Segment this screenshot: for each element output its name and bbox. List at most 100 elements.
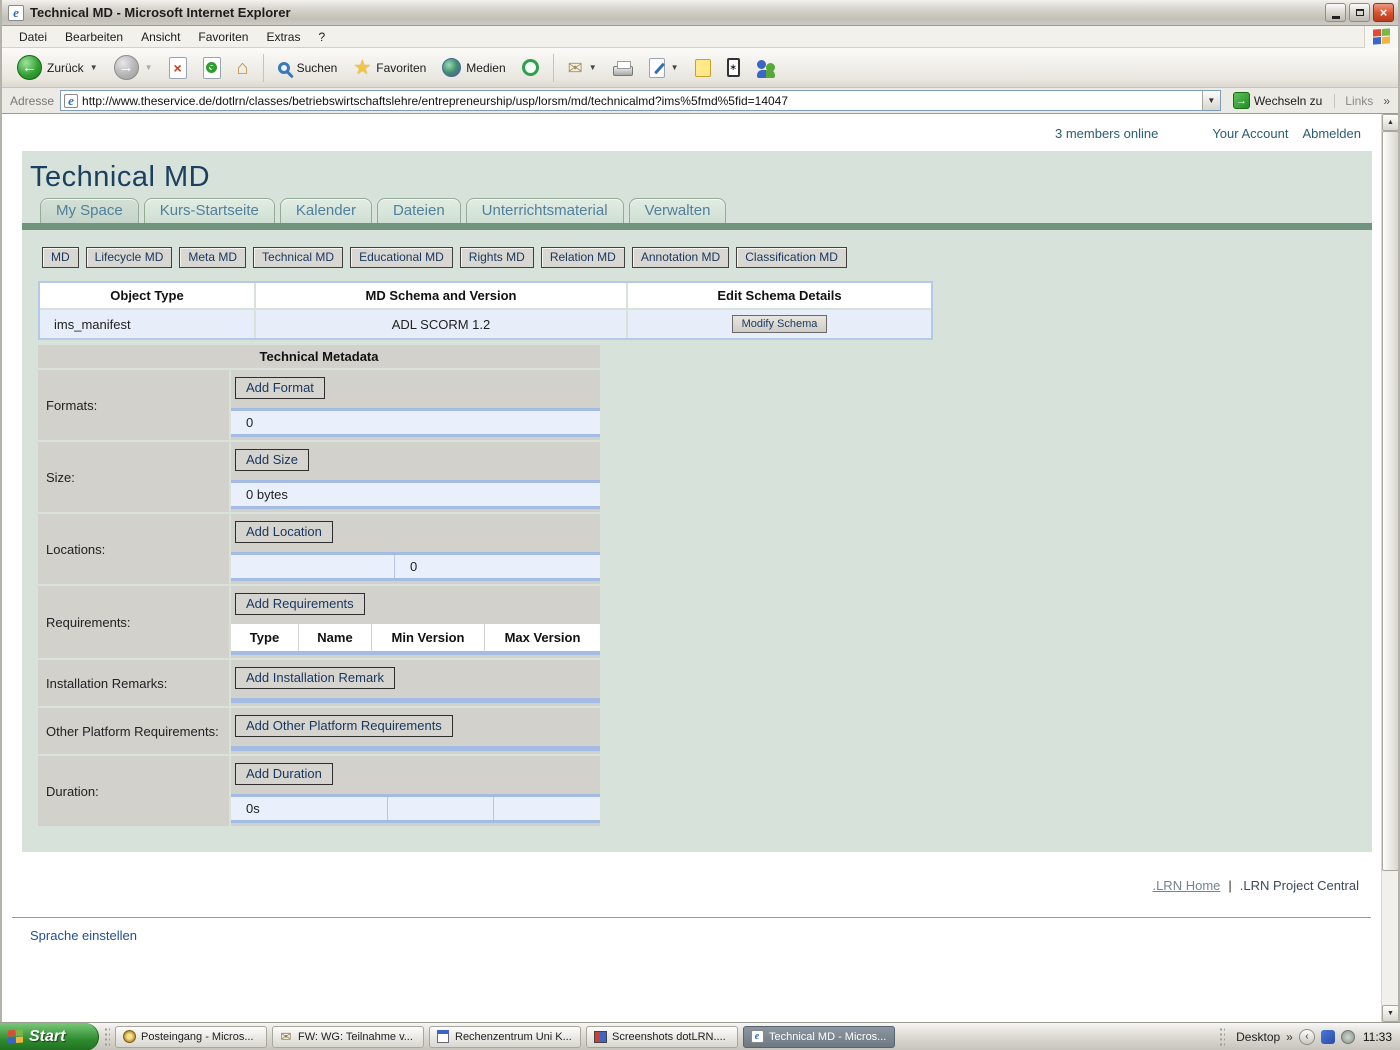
favorites-label: Favoriten [376, 61, 426, 75]
tray-messenger-icon[interactable] [1321, 1030, 1335, 1044]
restore-button[interactable] [1349, 3, 1370, 22]
menu-extras[interactable]: Extras [257, 28, 309, 46]
md-nav-educational[interactable]: Educational MD [350, 247, 453, 268]
home-button[interactable]: ⌂ [230, 54, 256, 82]
menu-ansicht[interactable]: Ansicht [132, 28, 189, 46]
md-nav-lifecycle[interactable]: Lifecycle MD [86, 247, 173, 268]
add-duration-button[interactable]: Add Duration [235, 763, 333, 785]
md-nav-classification[interactable]: Classification MD [736, 247, 847, 268]
scrollbar-thumb[interactable] [1382, 131, 1398, 871]
desktop-chevron-icon[interactable]: » [1286, 1030, 1293, 1044]
start-windows-icon [8, 1029, 23, 1043]
locations-count: 0 [394, 555, 600, 578]
your-account-link[interactable]: Your Account [1212, 126, 1288, 141]
tab-kalender[interactable]: Kalender [280, 198, 372, 223]
close-button[interactable]: × [1373, 3, 1394, 22]
tab-kurs-startseite[interactable]: Kurs-Startseite [144, 198, 275, 223]
menu-bearbeiten[interactable]: Bearbeiten [56, 28, 132, 46]
ie-icon: e [8, 5, 24, 21]
print-button[interactable] [606, 56, 640, 80]
refresh-button[interactable] [196, 53, 228, 83]
md-nav-technical[interactable]: Technical MD [253, 247, 343, 268]
schema-table: Object Type MD Schema and Version Edit S… [38, 281, 933, 340]
media-globe-icon [442, 58, 461, 77]
toolbar: ← Zurück ▼ → ▼ × ⌂ Suchen ★ [2, 48, 1398, 88]
start-button[interactable]: Start [0, 1023, 99, 1050]
md-nav-meta[interactable]: Meta MD [179, 247, 246, 268]
messenger-button[interactable] [749, 54, 783, 82]
go-button[interactable]: → Wechseln zu [1227, 90, 1328, 111]
vertical-scrollbar[interactable]: ▲ ▼ [1381, 114, 1398, 1022]
back-button[interactable]: ← Zurück ▼ [10, 51, 105, 84]
logout-link[interactable]: Abmelden [1302, 126, 1361, 141]
size-value: 0 bytes [231, 483, 600, 506]
mail-dropdown-icon[interactable]: ▼ [589, 63, 597, 72]
favorites-button[interactable]: ★ Favoriten [346, 54, 433, 82]
favorites-star-icon: ★ [353, 58, 371, 78]
md-nav-relation[interactable]: Relation MD [541, 247, 625, 268]
edit-button[interactable]: ▼ [642, 54, 686, 82]
task-technical-md[interactable]: e Technical MD - Micros... [743, 1026, 895, 1048]
mail-button[interactable]: ✉ ▼ [561, 55, 604, 81]
address-dropdown-icon[interactable]: ▼ [1202, 91, 1220, 110]
add-other-platform-button[interactable]: Add Other Platform Requirements [235, 715, 453, 737]
document-icon [436, 1030, 450, 1044]
tab-my-space[interactable]: My Space [40, 198, 139, 223]
task-screenshots[interactable]: Screenshots dotLRN.... [586, 1026, 738, 1048]
requirements-header-table: Type Name Min Version Max Version [231, 624, 600, 651]
menu-favoriten[interactable]: Favoriten [189, 28, 257, 46]
tray-status-icon[interactable] [1341, 1030, 1355, 1044]
task-label: Technical MD - Micros... [769, 1031, 886, 1043]
address-input[interactable]: e http://www.theservice.de/dotlrn/classe… [60, 90, 1221, 111]
md-nav-annotation[interactable]: Annotation MD [632, 247, 729, 268]
history-button[interactable] [515, 55, 546, 80]
task-posteingang[interactable]: Posteingang - Micros... [115, 1026, 267, 1048]
language-link[interactable]: Sprache einstellen [30, 928, 137, 943]
hide-icons-button[interactable]: ‹ [1299, 1029, 1315, 1045]
add-requirements-button[interactable]: Add Requirements [235, 593, 365, 615]
task-fw-wg-teilnahme[interactable]: ✉ FW: WG: Teilnahme v... [272, 1026, 424, 1048]
tab-unterrichtsmaterial[interactable]: Unterrichtsmaterial [466, 198, 624, 223]
scroll-down-icon[interactable]: ▼ [1382, 1005, 1398, 1022]
windows-logo-icon [1364, 26, 1398, 48]
back-dropdown-icon[interactable]: ▼ [90, 63, 98, 72]
search-button[interactable]: Suchen [271, 57, 345, 79]
toolbar-separator [553, 54, 554, 82]
menu-datei[interactable]: Datei [10, 28, 56, 46]
schema-header-version: MD Schema and Version [256, 283, 626, 308]
md-nav-rights[interactable]: Rights MD [460, 247, 534, 268]
lrn-home-link[interactable]: .LRN Home [1152, 878, 1220, 893]
add-installation-remark-button[interactable]: Add Installation Remark [235, 667, 395, 689]
address-label: Adresse [10, 94, 54, 108]
md-nav-md[interactable]: MD [42, 247, 79, 268]
links-chevron-icon[interactable]: » [1383, 94, 1394, 108]
schema-object-type: ims_manifest [40, 310, 254, 338]
desktop-toolbar-label[interactable]: Desktop [1236, 1030, 1280, 1044]
quicklaunch-grip[interactable] [104, 1027, 110, 1047]
search-icon [278, 62, 290, 74]
scroll-up-icon[interactable]: ▲ [1382, 114, 1398, 131]
minimize-button[interactable] [1325, 3, 1346, 22]
add-format-button[interactable]: Add Format [235, 377, 325, 399]
modify-schema-button[interactable]: Modify Schema [732, 315, 828, 333]
print-icon [613, 66, 633, 76]
add-location-button[interactable]: Add Location [235, 521, 333, 543]
lrn-project-central[interactable]: .LRN Project Central [1240, 878, 1359, 893]
address-url[interactable]: http://www.theservice.de/dotlrn/classes/… [82, 94, 1202, 108]
discuss-button[interactable] [688, 55, 718, 81]
tab-dateien[interactable]: Dateien [377, 198, 461, 223]
address-bar: Adresse e http://www.theservice.de/dotlr… [2, 88, 1398, 114]
forward-button[interactable]: → ▼ [107, 51, 160, 84]
task-rechenzentrum[interactable]: Rechenzentrum Uni K... [429, 1026, 581, 1048]
menu-hilfe[interactable]: ? [309, 28, 334, 46]
links-label[interactable]: Links [1334, 94, 1377, 108]
tray-grip[interactable] [1219, 1027, 1225, 1047]
tab-verwalten[interactable]: Verwalten [629, 198, 727, 223]
history-icon [522, 59, 539, 76]
media-button[interactable]: Medien [435, 54, 512, 81]
edit-dropdown-icon[interactable]: ▼ [671, 63, 679, 72]
research-button[interactable]: ∗ [720, 54, 747, 81]
add-size-button[interactable]: Add Size [235, 449, 309, 471]
members-online: 3 members online [1055, 126, 1158, 141]
stop-button[interactable]: × [162, 53, 194, 83]
